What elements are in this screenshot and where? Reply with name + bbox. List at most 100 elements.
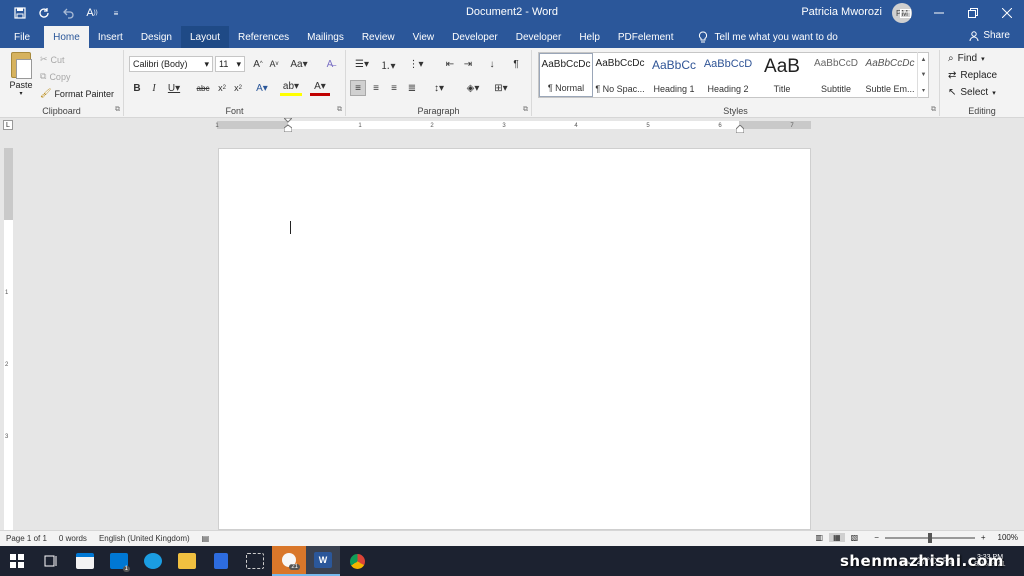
- borders-icon[interactable]: ⊞▾: [490, 80, 512, 96]
- tab-developer[interactable]: Developer: [443, 26, 507, 48]
- style-no-spacing[interactable]: AaBbCcDc ¶ No Spac...: [593, 53, 647, 97]
- vertical-ruler[interactable]: 1 2 3: [4, 148, 13, 530]
- find-button[interactable]: ⌕ Find ▾: [948, 53, 985, 64]
- dialog-launcher-icon[interactable]: ⧉: [115, 106, 120, 114]
- style-title[interactable]: AaB Title: [755, 53, 809, 97]
- tab-mailings[interactable]: Mailings: [298, 26, 353, 48]
- zoom-in-icon[interactable]: +: [981, 533, 986, 542]
- chevron-down-icon[interactable]: ▼: [921, 72, 927, 78]
- tab-help[interactable]: Help: [570, 26, 609, 48]
- page-count[interactable]: Page 1 of 1: [0, 534, 53, 543]
- strikethrough-icon[interactable]: abc: [194, 80, 212, 96]
- tell-me-search[interactable]: Tell me what you want to do: [682, 26, 838, 48]
- chrome-icon[interactable]: [340, 546, 374, 576]
- autosave-refresh-icon[interactable]: [34, 3, 54, 23]
- tab-review[interactable]: Review: [353, 26, 404, 48]
- text-effects-icon[interactable]: A▾: [252, 80, 272, 96]
- dialog-launcher-icon[interactable]: ⧉: [931, 106, 936, 114]
- clear-formatting-icon[interactable]: A̶: [322, 56, 338, 72]
- cut-button[interactable]: ✂ Cut: [40, 54, 65, 65]
- tab-design[interactable]: Design: [132, 26, 181, 48]
- share-button[interactable]: Share: [969, 30, 1010, 41]
- style-subtle-emphasis[interactable]: AaBbCcDc Subtle Em...: [863, 53, 917, 97]
- select-button[interactable]: ↖ Select ▾: [948, 87, 996, 98]
- bold-icon[interactable]: B: [129, 80, 145, 96]
- save-icon[interactable]: [10, 3, 30, 23]
- grow-font-icon[interactable]: A ^: [250, 56, 266, 72]
- calculator-icon[interactable]: [204, 546, 238, 576]
- change-case-icon[interactable]: Aa▾: [288, 56, 310, 72]
- app-icon[interactable]: 21: [272, 546, 306, 576]
- word-icon[interactable]: W: [306, 546, 340, 576]
- minimize-icon[interactable]: [922, 0, 956, 26]
- chevron-up-icon[interactable]: ▲: [921, 57, 927, 63]
- zoom-level[interactable]: 100%: [998, 533, 1018, 542]
- ribbon-display-options-icon[interactable]: [888, 0, 922, 26]
- zoom-slider-thumb[interactable]: [927, 532, 932, 543]
- snipping-tool-icon[interactable]: [238, 546, 272, 576]
- read-aloud-icon[interactable]: A)): [82, 3, 102, 23]
- pilcrow-icon[interactable]: ¶: [508, 56, 524, 72]
- multilevel-list-icon[interactable]: ⋮▾: [404, 56, 428, 72]
- style-subtitle[interactable]: AaBbCcD Subtitle: [809, 53, 863, 97]
- decrease-indent-icon[interactable]: ⇤: [442, 56, 458, 72]
- user-name[interactable]: Patricia Mworozi: [801, 6, 882, 18]
- print-layout-icon[interactable]: ▦: [829, 533, 845, 542]
- increase-indent-icon[interactable]: ⇥: [460, 56, 476, 72]
- file-explorer-icon[interactable]: [170, 546, 204, 576]
- more-icon[interactable]: ▾: [922, 87, 925, 94]
- tab-selector-icon[interactable]: L: [3, 120, 13, 130]
- font-size-select[interactable]: 11 ▾: [215, 56, 245, 72]
- justify-icon[interactable]: ≣: [404, 80, 420, 96]
- replace-button[interactable]: ⇄ Replace: [948, 70, 997, 81]
- edge-icon[interactable]: [136, 546, 170, 576]
- shading-icon[interactable]: ◈▾: [462, 80, 484, 96]
- line-spacing-icon[interactable]: ↕▾: [428, 80, 450, 96]
- font-color-icon[interactable]: A▾: [310, 80, 330, 96]
- paste-button[interactable]: Paste ▾: [8, 52, 34, 97]
- bullets-icon[interactable]: ☰▾: [350, 56, 374, 72]
- superscript-icon[interactable]: x2: [230, 80, 246, 96]
- copy-button[interactable]: ⧉ Copy: [40, 71, 70, 82]
- horizontal-ruler[interactable]: 1 1 2 3 4 5 6 7: [215, 121, 811, 129]
- styles-gallery-scroll[interactable]: ▲ ▼ ▾: [917, 52, 929, 98]
- style-heading-1[interactable]: AaBbCc Heading 1: [647, 53, 701, 97]
- right-indent-marker-icon[interactable]: [735, 124, 745, 134]
- store-icon[interactable]: [68, 546, 102, 576]
- mail-icon[interactable]: 1: [102, 546, 136, 576]
- accessibility-icon[interactable]: ▤: [196, 534, 216, 543]
- indent-marker-icon[interactable]: [282, 117, 294, 133]
- restore-icon[interactable]: [956, 0, 990, 26]
- sort-icon[interactable]: ↓: [484, 56, 500, 72]
- align-right-icon[interactable]: ≡: [386, 80, 402, 96]
- start-icon[interactable]: [0, 546, 34, 576]
- dialog-launcher-icon[interactable]: ⧉: [337, 106, 342, 114]
- zoom-out-icon[interactable]: −: [874, 533, 879, 542]
- tab-pdfelement[interactable]: PDFelement: [609, 26, 683, 48]
- align-left-icon[interactable]: ≡: [350, 80, 366, 96]
- subscript-icon[interactable]: x2: [214, 80, 230, 96]
- close-icon[interactable]: [990, 0, 1024, 26]
- zoom-slider[interactable]: [884, 532, 975, 543]
- highlight-icon[interactable]: ab▾: [280, 80, 302, 96]
- tab-layout[interactable]: Layout: [180, 26, 229, 48]
- numbering-icon[interactable]: ⒈▾: [376, 56, 400, 72]
- web-layout-icon[interactable]: ▧: [851, 533, 859, 542]
- format-painter-button[interactable]: 🖌 Format Painter: [40, 88, 114, 99]
- font-family-select[interactable]: Calibri (Body) ▾: [129, 56, 213, 72]
- tab-insert[interactable]: Insert: [89, 26, 132, 48]
- dialog-launcher-icon[interactable]: ⧉: [523, 106, 528, 114]
- chevron-down-icon[interactable]: ▾: [8, 90, 34, 97]
- tab-references[interactable]: References: [229, 26, 298, 48]
- undo-icon[interactable]: [58, 3, 78, 23]
- task-view-icon[interactable]: [34, 546, 68, 576]
- tab-view[interactable]: View: [404, 26, 444, 48]
- style-normal[interactable]: AaBbCcDc ¶ Normal: [539, 53, 593, 97]
- shrink-font-icon[interactable]: Av: [266, 56, 282, 72]
- tab-home[interactable]: Home: [44, 26, 89, 48]
- tab-file[interactable]: File: [0, 26, 44, 48]
- italic-icon[interactable]: I: [146, 80, 162, 96]
- tab-developer-2[interactable]: Developer: [507, 26, 571, 48]
- language[interactable]: English (United Kingdom): [93, 534, 196, 543]
- customize-qat-icon[interactable]: ≡: [106, 3, 126, 23]
